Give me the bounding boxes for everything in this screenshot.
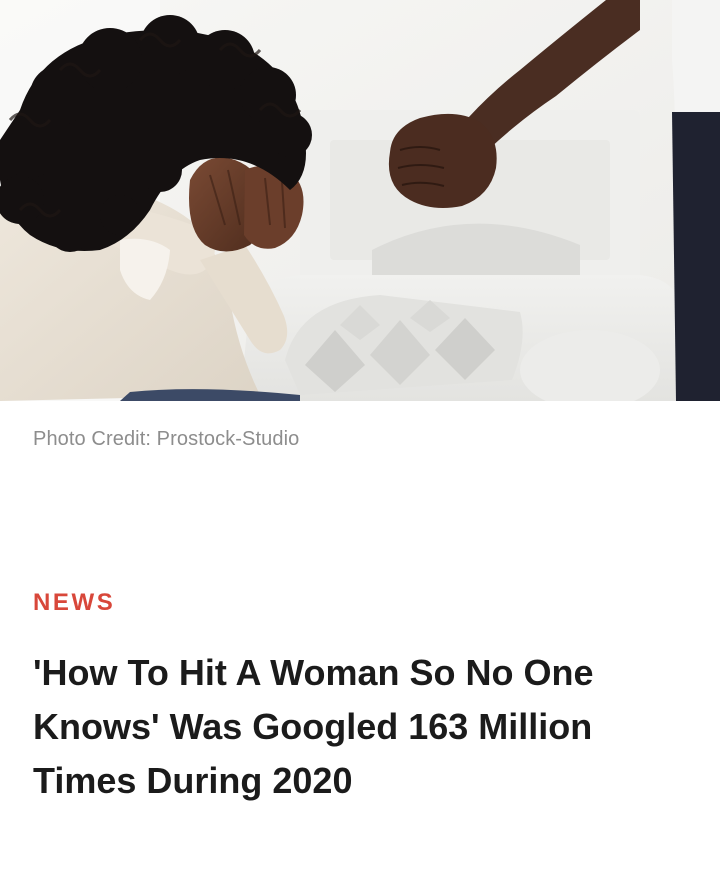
- category-label[interactable]: NEWS: [33, 589, 115, 617]
- article-headline[interactable]: 'How To Hit A Woman So No One Knows' Was…: [33, 646, 693, 808]
- hero-photo-illustration: [0, 0, 720, 401]
- photo-credit: Photo Credit: Prostock-Studio: [33, 428, 300, 450]
- hero-photo: [0, 0, 720, 401]
